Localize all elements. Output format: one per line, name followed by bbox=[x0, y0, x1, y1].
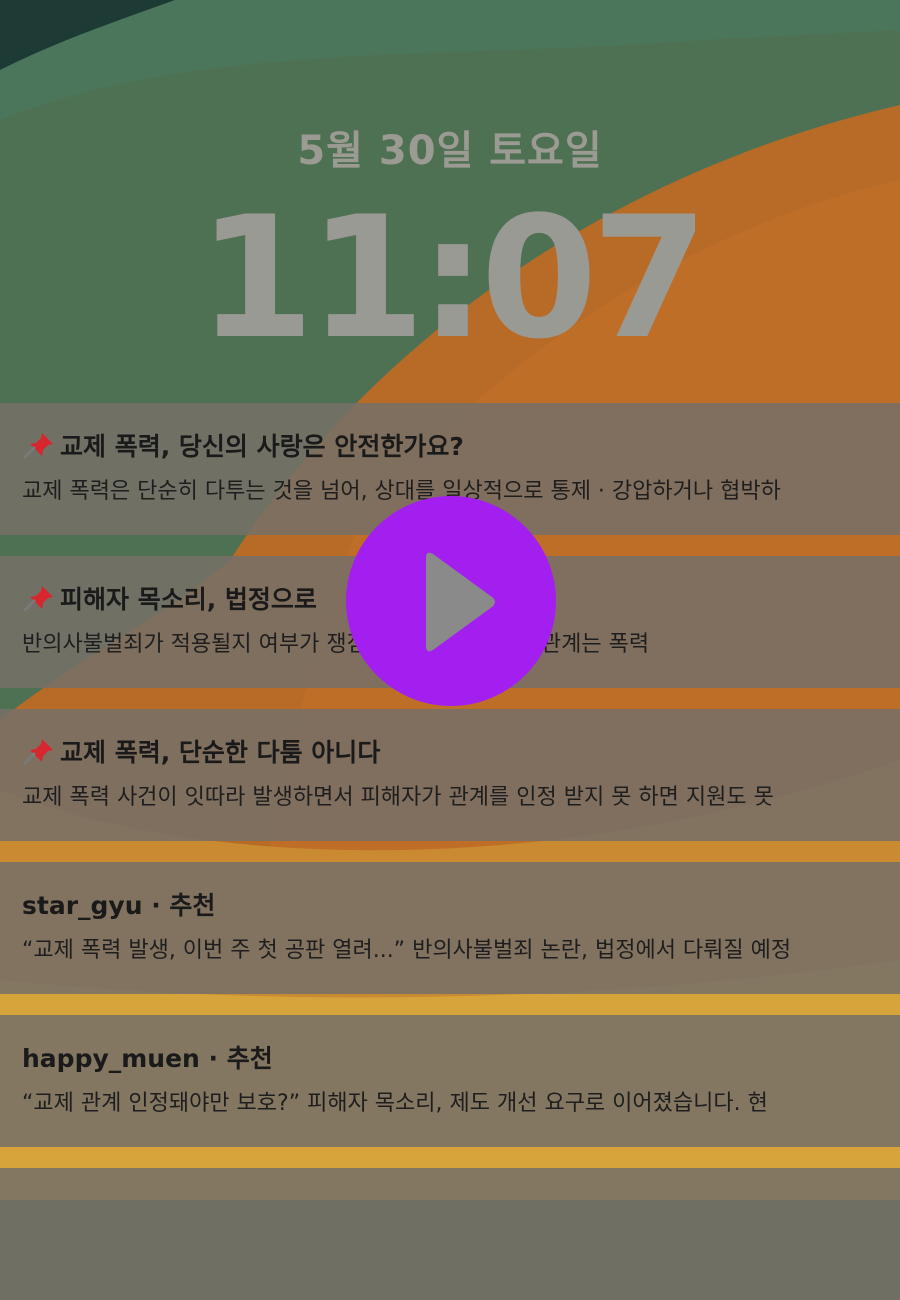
notification-title-row: 교제 폭력, 당신의 사랑은 안전한가요? bbox=[22, 427, 900, 463]
notification-title: 피해자 목소리, 법정으로 bbox=[60, 585, 317, 614]
notification-body: “교제 관계 인정돼야만 보호?” 피해자 목소리, 제도 개선 요구로 이어졌… bbox=[22, 1091, 768, 1116]
notification-card[interactable]: star_gyu · 추천 “교제 폭력 발생, 이번 주 첫 공판 열려...… bbox=[0, 862, 900, 994]
notification-body: “교제 폭력 발생, 이번 주 첫 공판 열려...” 반의사불벌죄 논란, 법… bbox=[22, 938, 792, 963]
notification-title: happy_muen · 추천 bbox=[22, 1044, 273, 1073]
play-button[interactable] bbox=[346, 496, 556, 706]
notification-title: 교제 폭력, 당신의 사랑은 안전한가요? bbox=[60, 432, 464, 461]
pushpin-icon bbox=[23, 586, 53, 612]
pushpin-icon bbox=[23, 739, 53, 765]
notification-card[interactable]: happy_muen · 추천 “교제 관계 인정돼야만 보호?” 피해자 목소… bbox=[0, 1015, 900, 1147]
notification-card[interactable]: 교제 폭력, 단순한 다툼 아니다 교제 폭력 사건이 잇따라 발생하면서 피해… bbox=[0, 709, 900, 841]
lockscreen-time: 11:07 bbox=[197, 180, 709, 376]
notification-title: star_gyu · 추천 bbox=[22, 891, 216, 920]
notification-title-row: 교제 폭력, 단순한 다툼 아니다 bbox=[22, 733, 900, 769]
notification-card[interactable] bbox=[0, 1168, 900, 1300]
notification-body: 교제 폭력 사건이 잇따라 발생하면서 피해자가 관계를 인정 받지 못 하면 … bbox=[22, 785, 774, 810]
lockscreen-date: 5월 30일 토요일 bbox=[297, 128, 603, 174]
notification-title-row: star_gyu · 추천 bbox=[22, 886, 900, 922]
pushpin-icon bbox=[23, 433, 53, 459]
notification-title: 교제 폭력, 단순한 다툼 아니다 bbox=[60, 738, 381, 767]
notification-title-row: happy_muen · 추천 bbox=[22, 1039, 900, 1075]
play-icon bbox=[426, 552, 495, 652]
